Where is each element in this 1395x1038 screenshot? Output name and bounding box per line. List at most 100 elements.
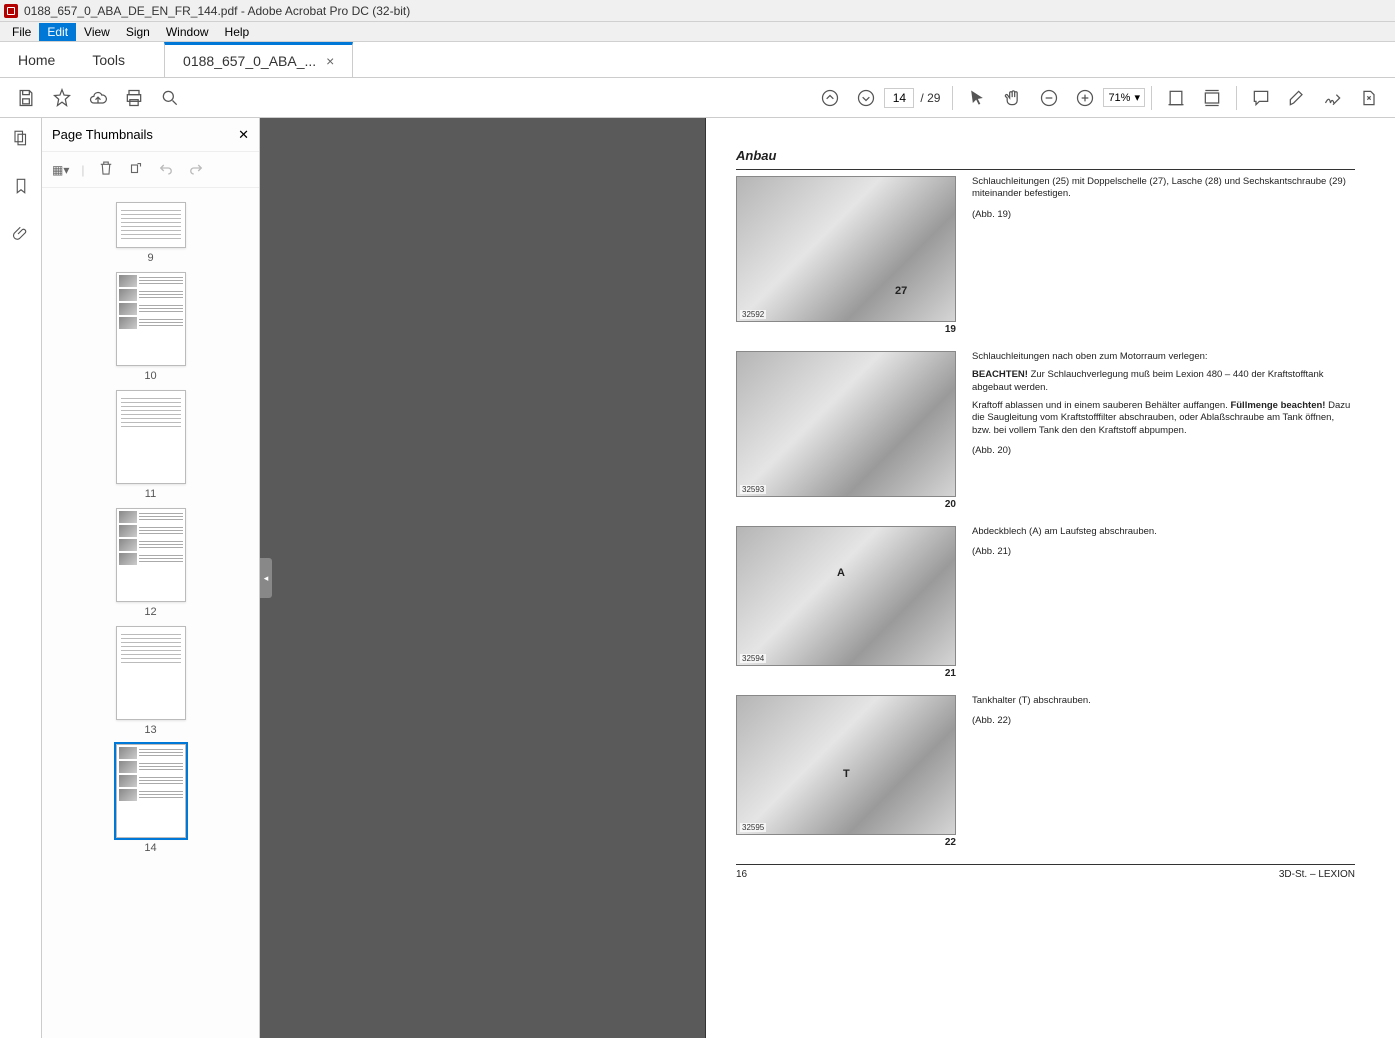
figure-image: 32593 [736,351,956,497]
figure-number: 21 [736,668,956,679]
highlight-icon[interactable] [1281,82,1313,114]
section-text: Kraftoff ablassen und in einem sauberen … [972,400,1355,437]
section-text: Schlauchleitungen nach oben zum Motorrau… [972,351,1355,363]
thumbnail-number: 14 [113,842,189,854]
figure: 32594A 21 [736,526,956,679]
document-area[interactable]: ◂ Anbau 32592 27 19 Schlauchleitungen (25) … [260,118,1395,1038]
page-up-icon[interactable] [814,82,846,114]
hand-tool-icon[interactable] [997,82,1029,114]
menu-edit[interactable]: Edit [39,23,76,41]
rotate-page-icon[interactable] [127,159,145,180]
thumbnails-panel: Page Thumbnails ✕ ▦▾ | 9 10 11 12 13 14 [42,118,260,1038]
figure: 32593 20 [736,351,956,510]
figure-id: 32592 [740,310,766,319]
thumbnails-list[interactable]: 9 10 11 12 13 14 [42,188,259,1038]
chevron-down-icon: ▾ [1134,91,1140,104]
toolbar: / 29 71%▾ [0,78,1395,118]
tab-document[interactable]: 0188_657_0_ABA_... × [164,42,353,77]
tab-document-label: 0188_657_0_ABA_... [183,53,316,69]
page-heading: Anbau [736,148,1355,163]
doc-section-20: 32593 20 Schlauchleitungen nach oben zum M… [736,351,1355,510]
zoom-in-icon[interactable] [1069,82,1101,114]
page-number-input[interactable] [884,88,914,108]
figure-image: 32595 T [736,695,956,835]
collapse-handle-icon[interactable]: ◂ [260,558,272,598]
undo-icon[interactable] [157,159,175,180]
figure-image: 32592 27 [736,176,956,322]
doc-section-22: 32595T22Tankhalter (T) abschrauben.(Abb.… [736,695,1355,848]
bookmark-tab-icon[interactable] [7,172,35,200]
menu-sign[interactable]: Sign [118,23,158,41]
section-text: Abdeckblech (A) am Laufsteg abschrauben. [972,526,1355,538]
comment-icon[interactable] [1245,82,1277,114]
page-down-icon[interactable] [850,82,882,114]
thumbnail-number: 9 [113,252,189,264]
figure: 32592 27 19 [736,176,956,335]
attachment-tab-icon[interactable] [7,220,35,248]
menu-window[interactable]: Window [158,23,217,41]
menu-help[interactable]: Help [217,23,258,41]
figure-callout: A [837,567,845,579]
footer-doc-id: 3D-St. – LEXION [1279,869,1355,880]
find-icon[interactable] [154,82,186,114]
acrobat-icon [4,4,18,18]
thumbnail-page-10[interactable]: 10 [113,272,189,382]
section-text: Schlauchleitungen (25) mit Doppelschelle… [972,176,1355,201]
menu-view[interactable]: View [76,23,118,41]
selection-tool-icon[interactable] [961,82,993,114]
figure-id: 32595 [740,823,766,832]
figure-image: 32594A [736,526,956,666]
thumbnail-page-13[interactable]: 13 [113,626,189,736]
star-icon[interactable] [46,82,78,114]
tab-bar: Home Tools 0188_657_0_ABA_... × [0,42,1395,78]
thumbnail-page-9[interactable]: 9 [113,202,189,264]
sign-icon[interactable] [1317,82,1349,114]
figure-callout: T [843,768,850,780]
window-title: 0188_657_0_ABA_DE_EN_FR_144.pdf - Adobe … [24,4,410,18]
figure: 32595 T 22 [736,695,956,848]
save-icon[interactable] [10,82,42,114]
thumbnail-number: 11 [113,488,189,500]
doc-section-19: 32592 27 19 Schlauchleitungen (25) mit Dopp… [736,176,1355,335]
thumbnail-page-14[interactable]: 14 [113,744,189,854]
tab-home[interactable]: Home [0,42,74,77]
redo-icon[interactable] [187,159,205,180]
figure-number: 20 [736,499,956,510]
thumbnail-page-11[interactable]: 11 [113,390,189,500]
figure-number: 22 [736,837,956,848]
side-rail [0,118,42,1038]
title-bar: 0188_657_0_ABA_DE_EN_FR_144.pdf - Adobe … [0,0,1395,22]
delete-page-icon[interactable] [97,159,115,180]
fit-width-icon[interactable] [1160,82,1192,114]
menu-bar: File Edit View Sign Window Help [0,22,1395,42]
thumbnail-number: 13 [113,724,189,736]
section-text: BEACHTEN! Zur Schlauchverlegung muß beim… [972,369,1355,394]
thumbnails-tools: ▦▾ | [42,152,259,188]
close-panel-icon[interactable]: ✕ [238,127,249,143]
thumb-options-icon[interactable]: ▦▾ [52,163,69,177]
figure-id: 32593 [740,485,766,494]
tab-tools[interactable]: Tools [74,42,144,77]
thumbnail-page-12[interactable]: 12 [113,508,189,618]
zoom-value: 71% [1108,92,1130,104]
zoom-select[interactable]: 71% ▾ [1103,88,1145,107]
section-ref: (Abb. 20) [972,445,1355,457]
doc-section-21: 32594A 21 Abdeckblech (A) am Laufsteg absc… [736,526,1355,679]
figure-callout: 27 [895,285,907,297]
menu-file[interactable]: File [4,23,39,41]
section-ref: (Abb. 19) [972,209,1355,221]
print-icon[interactable] [118,82,150,114]
cloud-upload-icon[interactable] [82,82,114,114]
thumbnail-number: 10 [113,370,189,382]
zoom-out-icon[interactable] [1033,82,1065,114]
footer-page-number: 16 [736,869,747,880]
fit-page-icon[interactable] [1196,82,1228,114]
figure-number: 19 [736,324,956,335]
thumbnails-tab-icon[interactable] [7,124,35,152]
more-tools-icon[interactable] [1353,82,1385,114]
page-footer: 16 3D-St. – LEXION [736,864,1355,880]
page-view: Anbau 32592 27 19 Schlauchleitungen (25) mi… [705,118,1395,1038]
thumbnails-title: Page Thumbnails [52,127,153,142]
close-icon[interactable]: × [326,53,334,69]
thumbnail-number: 12 [113,606,189,618]
